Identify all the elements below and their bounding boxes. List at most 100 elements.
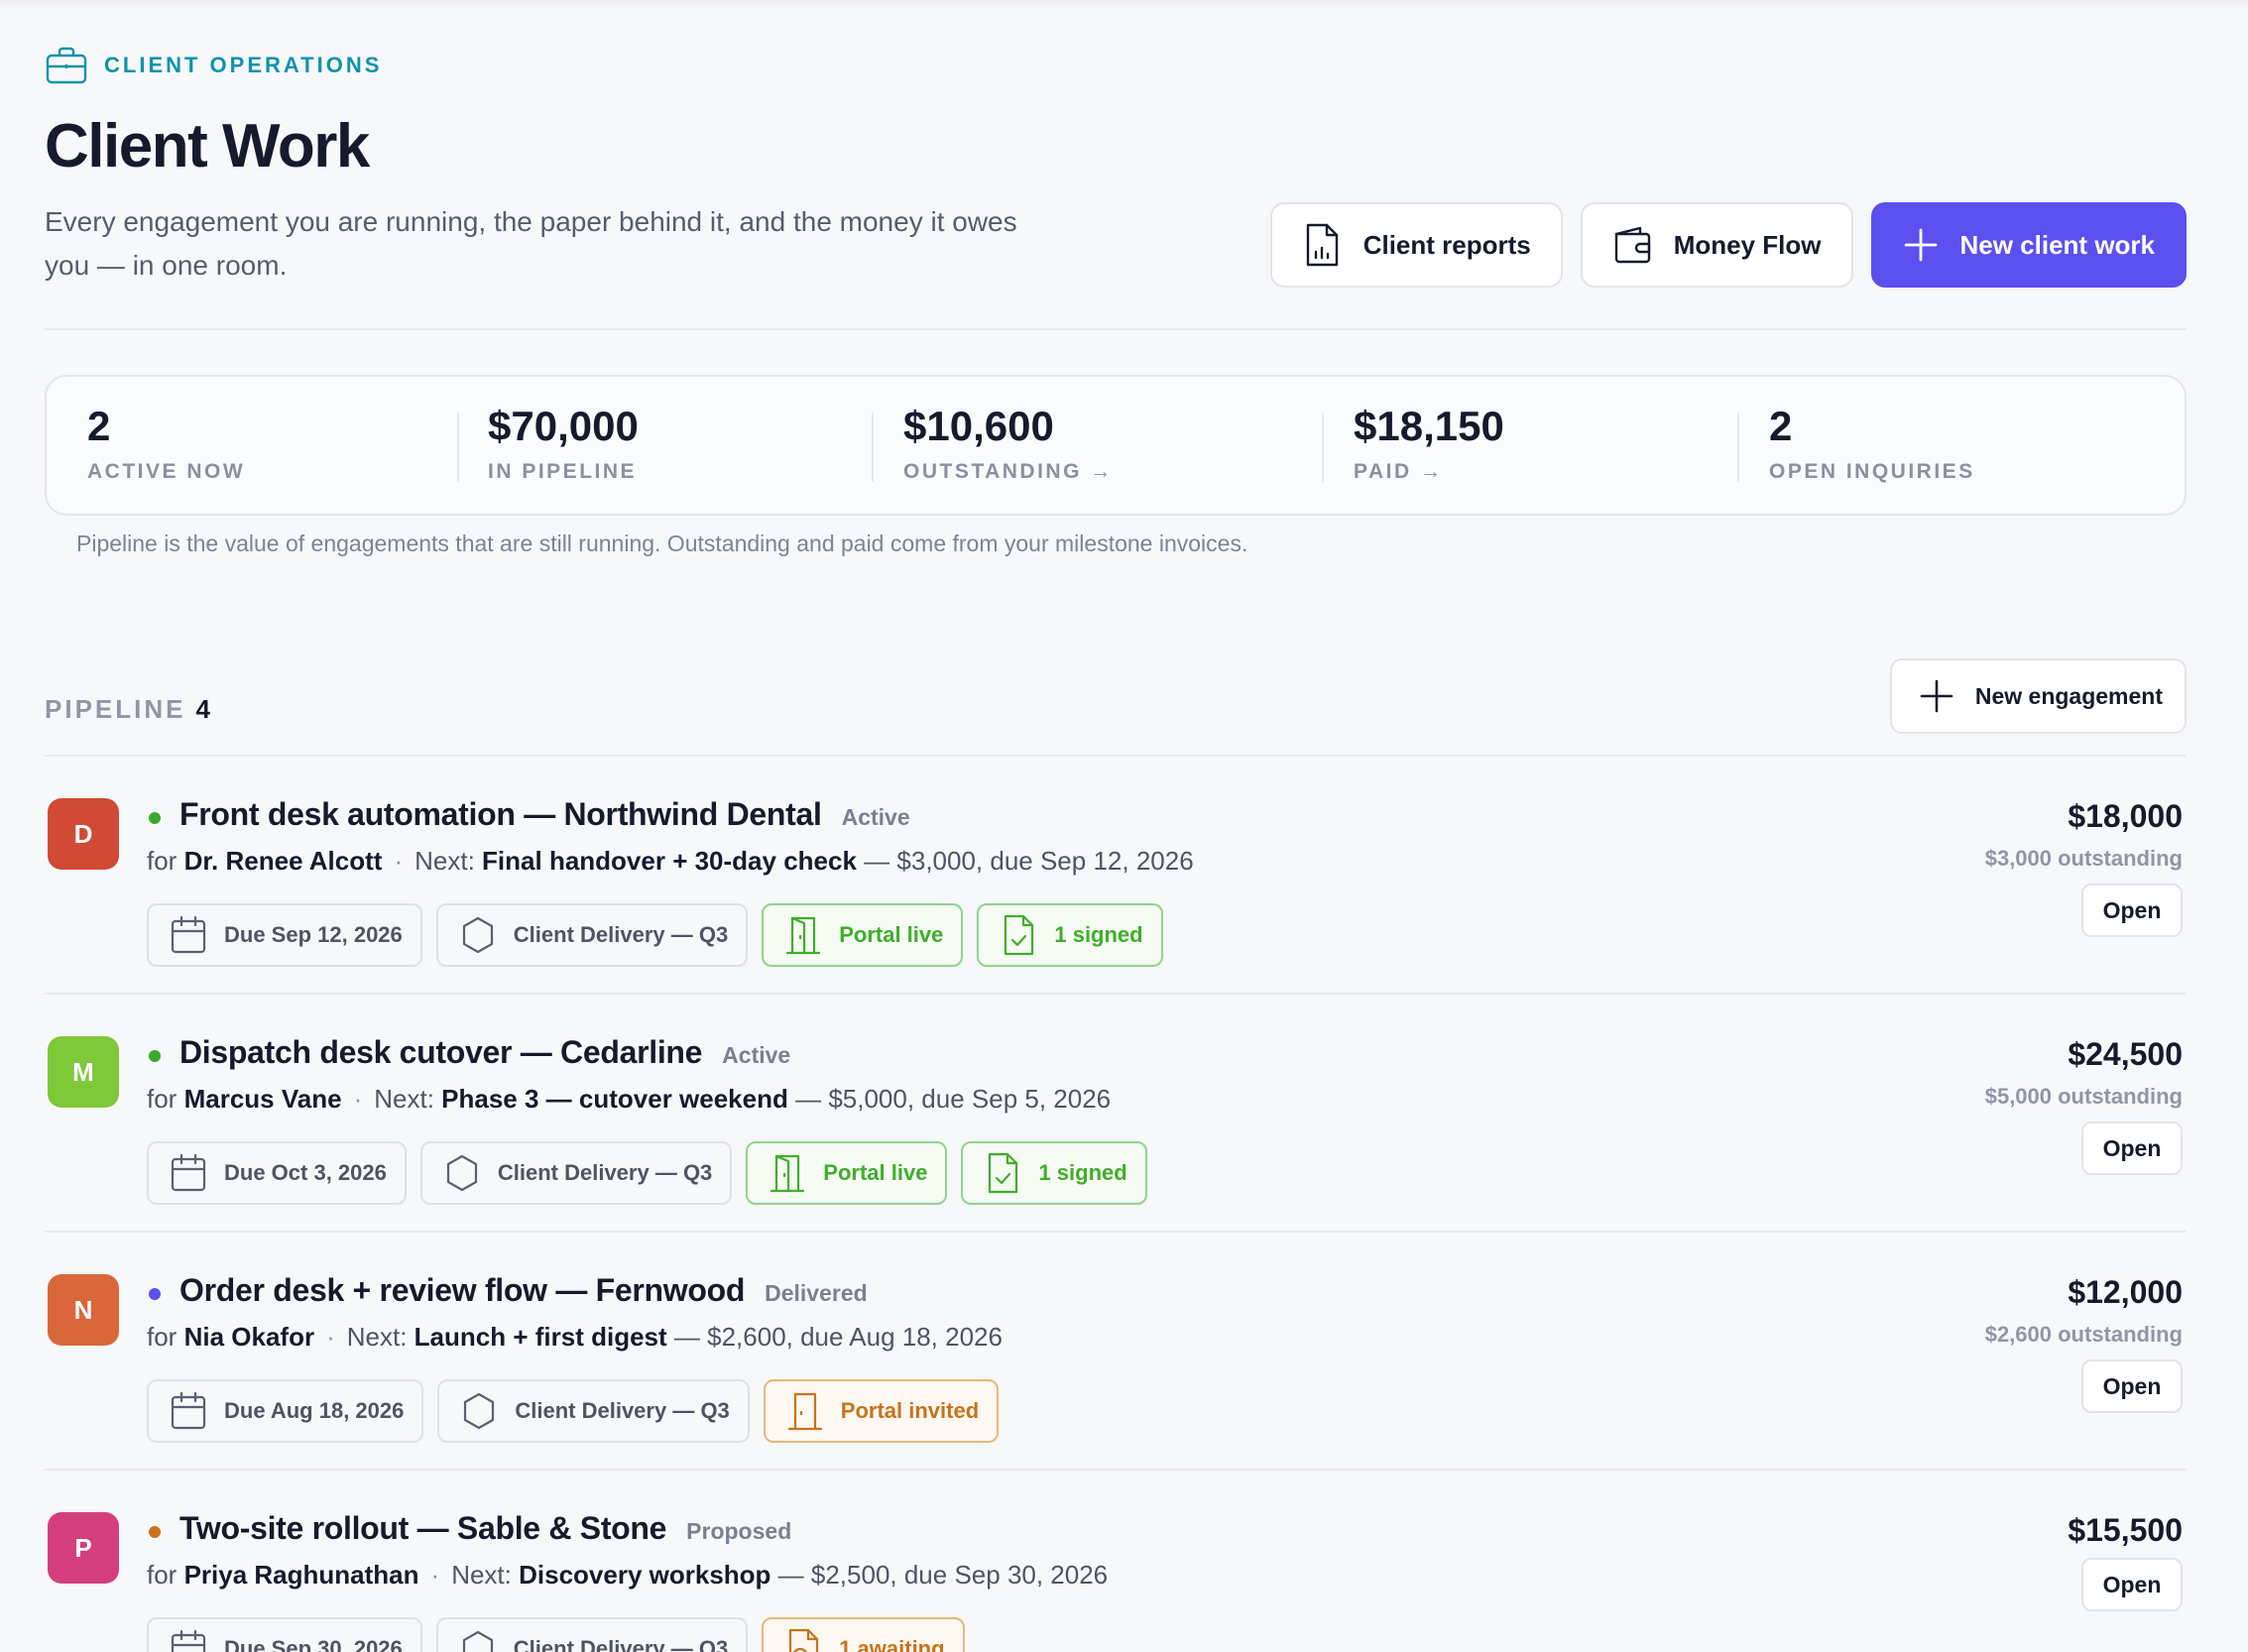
engagement-subline: for Dr. Renee Alcott · Next: Final handove… bbox=[147, 846, 1194, 877]
group-chip[interactable]: Client Delivery — Q3 bbox=[435, 903, 749, 967]
engagement-amount: $18,000 bbox=[2068, 798, 2183, 834]
stats-note: Pipeline is the value of engagements tha… bbox=[76, 531, 1248, 556]
signed-chip[interactable]: 1 signed bbox=[977, 903, 1163, 967]
awaiting-chip[interactable]: 1 awaiting bbox=[762, 1617, 965, 1652]
due-label: Due Sep 30, 2026 bbox=[224, 1636, 403, 1652]
portal-chip[interactable]: Portal live bbox=[746, 1141, 948, 1205]
new-client-work-button[interactable]: New client work bbox=[1870, 202, 2187, 288]
stats-panel: 2 ACTIVE NOW $70,000 IN PIPELINE $10,600… bbox=[45, 375, 2187, 516]
due-label: Due Oct 3, 2026 bbox=[224, 1160, 387, 1185]
next-prefix: Next: bbox=[346, 1322, 408, 1352]
group-chip[interactable]: Client Delivery — Q3 bbox=[435, 1617, 749, 1652]
client-work-page: CLIENT OPERATIONS Client Work Every enga… bbox=[45, 0, 2187, 1652]
status-dot bbox=[149, 1050, 161, 1062]
engagement-row[interactable]: M Dispatch desk cutover — Cedarline Acti… bbox=[45, 995, 2187, 1233]
stat-label[interactable]: PAID → bbox=[1354, 460, 1443, 484]
page-subtitle: Every engagement you are running, the pa… bbox=[45, 206, 1017, 281]
avatar: P bbox=[48, 1512, 119, 1584]
open-button[interactable]: Open bbox=[2081, 1558, 2183, 1611]
stat-divider bbox=[872, 413, 874, 482]
stat-value: 2 bbox=[87, 403, 111, 449]
wallet-icon bbox=[1614, 226, 1650, 264]
group-label: Client Delivery — Q3 bbox=[497, 1160, 713, 1185]
next-detail: — $5,000, due Sep 5, 2026 bbox=[795, 1084, 1112, 1114]
client-name: Priya Raghunathan bbox=[183, 1560, 419, 1590]
portal-chip[interactable]: Portal live bbox=[762, 903, 964, 967]
due-chip: Due Sep 12, 2026 bbox=[147, 903, 422, 967]
stat-label: OPEN INQUIRIES bbox=[1769, 460, 1975, 483]
engagement-title[interactable]: Two-site rollout — Sable & Stone bbox=[179, 1510, 666, 1547]
money-flow-button[interactable]: Money Flow bbox=[1580, 202, 1853, 288]
engagement-amount: $15,500 bbox=[2068, 1512, 2183, 1548]
next-prefix: Next: bbox=[374, 1084, 434, 1114]
signed-chip[interactable]: 1 signed bbox=[961, 1141, 1147, 1205]
plus-icon bbox=[1920, 679, 1953, 713]
engagement-row[interactable]: P Two-site rollout — Sable & Stone Propo… bbox=[45, 1471, 2187, 1652]
next-detail: — $2,600, due Aug 18, 2026 bbox=[673, 1322, 1003, 1352]
engagement-title-line: Front desk automation — Northwind Dental… bbox=[179, 796, 910, 833]
next-milestone: Discovery workshop bbox=[519, 1560, 771, 1590]
avatar: N bbox=[48, 1274, 119, 1346]
due-chip: Due Oct 3, 2026 bbox=[147, 1141, 407, 1205]
group-chip[interactable]: Client Delivery — Q3 bbox=[419, 1141, 733, 1205]
engagement-row[interactable]: N Order desk + review flow — Fernwood De… bbox=[45, 1233, 2187, 1471]
engagement-title-line: Dispatch desk cutover — Cedarline Active bbox=[179, 1034, 790, 1071]
portal-chip[interactable]: Portal invited bbox=[763, 1379, 1000, 1443]
awaiting-label: 1 awaiting bbox=[839, 1636, 945, 1652]
section-eyebrow: CLIENT OPERATIONS bbox=[45, 46, 382, 85]
next-prefix: Next: bbox=[414, 846, 475, 876]
portal-label: Portal live bbox=[839, 922, 944, 947]
client-reports-button[interactable]: Client reports bbox=[1269, 202, 1563, 288]
stat-label: ACTIVE NOW bbox=[87, 460, 246, 483]
report-file-icon bbox=[1306, 223, 1338, 267]
group-label: Client Delivery — Q3 bbox=[513, 1636, 729, 1652]
stat-value: $18,150 bbox=[1354, 403, 1504, 449]
engagement-title[interactable]: Front desk automation — Northwind Dental bbox=[179, 796, 822, 833]
page-title: Client Work bbox=[45, 112, 370, 180]
stat-label[interactable]: OUTSTANDING → bbox=[903, 460, 1114, 484]
for-prefix: for bbox=[147, 1084, 177, 1114]
client-name: Dr. Renee Alcott bbox=[183, 846, 383, 876]
separator-dot: · bbox=[353, 1084, 363, 1114]
due-chip: Due Aug 18, 2026 bbox=[147, 1379, 424, 1443]
portal-label: Portal invited bbox=[840, 1398, 980, 1423]
stat-value: 2 bbox=[1769, 403, 1793, 449]
briefcase-icon bbox=[46, 47, 87, 84]
eyebrow-label: CLIENT OPERATIONS bbox=[104, 53, 383, 77]
outstanding-amount: $2,600 outstanding bbox=[1984, 1322, 2183, 1347]
open-button[interactable]: Open bbox=[2081, 1121, 2183, 1175]
new-engagement-label: New engagement bbox=[1974, 682, 2163, 709]
group-chip[interactable]: Client Delivery — Q3 bbox=[437, 1379, 750, 1443]
next-milestone: Final handover + 30-day check bbox=[482, 846, 857, 876]
hexagon-icon bbox=[464, 1392, 495, 1430]
open-button[interactable]: Open bbox=[2081, 884, 2183, 937]
engagement-row[interactable]: D Front desk automation — Northwind Dent… bbox=[45, 757, 2187, 995]
door-closed-icon bbox=[787, 1392, 822, 1431]
hexagon-icon bbox=[462, 916, 493, 954]
open-button[interactable]: Open bbox=[2081, 1359, 2183, 1413]
door-open-icon bbox=[770, 1154, 805, 1193]
engagement-chips: Due Oct 3, 2026 Client Delivery — Q3 Por… bbox=[147, 1141, 1147, 1205]
calendar-icon bbox=[171, 1391, 206, 1430]
hexagon-icon bbox=[462, 1630, 493, 1652]
file-check-icon bbox=[1005, 914, 1034, 956]
status-dot bbox=[149, 1288, 161, 1300]
engagement-subline: for Priya Raghunathan · Next: Discovery wo… bbox=[147, 1560, 1108, 1591]
engagement-title-line: Two-site rollout — Sable & Stone Propose… bbox=[179, 1510, 791, 1547]
avatar: D bbox=[48, 798, 119, 870]
for-prefix: for bbox=[147, 1560, 177, 1590]
engagement-title[interactable]: Dispatch desk cutover — Cedarline bbox=[179, 1034, 702, 1071]
engagement-title[interactable]: Order desk + review flow — Fernwood bbox=[179, 1272, 745, 1309]
outstanding-amount: $3,000 outstanding bbox=[1984, 846, 2183, 871]
new-engagement-button[interactable]: New engagement bbox=[1889, 658, 2187, 734]
stat-divider bbox=[1322, 413, 1324, 482]
pipeline-count: 4 bbox=[195, 694, 210, 724]
engagement-chips: Due Aug 18, 2026 Client Delivery — Q3 Po… bbox=[147, 1379, 1000, 1443]
next-milestone: Launch + first digest bbox=[414, 1322, 667, 1352]
header-actions: Client reports Money Flow New client wor… bbox=[1269, 202, 2187, 288]
for-prefix: for bbox=[147, 846, 177, 876]
engagement-chips: Due Sep 30, 2026 Client Delivery — Q3 1 … bbox=[147, 1617, 965, 1652]
door-open-icon bbox=[786, 916, 821, 955]
file-check-icon bbox=[989, 1152, 1018, 1194]
separator-dot: · bbox=[326, 1322, 335, 1352]
